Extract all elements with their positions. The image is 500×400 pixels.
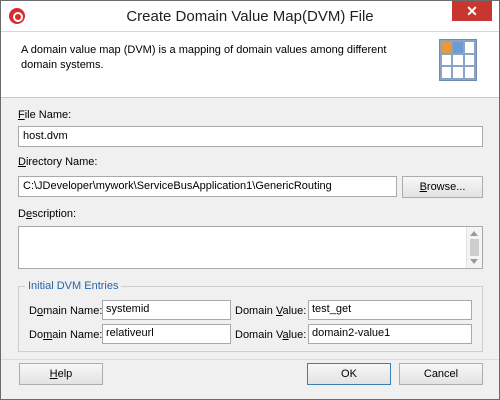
- cancel-button[interactable]: Cancel: [399, 363, 483, 385]
- initial-dvm-entries-title: Initial DVM Entries: [25, 280, 122, 292]
- file-name-label: File Name:: [18, 109, 72, 121]
- close-button[interactable]: ✕: [452, 1, 492, 21]
- domain-name-input-1[interactable]: systemid: [102, 300, 231, 320]
- description-banner: A domain value map (DVM) is a mapping of…: [1, 32, 499, 98]
- domain-name-input-2[interactable]: relativeurl: [102, 324, 231, 344]
- create-dvm-dialog: Create Domain Value Map(DVM) File ✕ A do…: [0, 0, 500, 400]
- description-label: Description:: [18, 208, 77, 220]
- domain-name-label-1: Domain Name:: [29, 305, 103, 317]
- ok-button[interactable]: OK: [307, 363, 391, 385]
- description-scrollbar[interactable]: [466, 227, 482, 268]
- file-name-input[interactable]: host.dvm: [18, 126, 483, 147]
- banner-description: A domain value map (DVM) is a mapping of…: [21, 44, 387, 71]
- description-textarea[interactable]: [18, 226, 483, 269]
- domain-value-label-1: Domain Value:: [235, 305, 307, 317]
- domain-value-input-2[interactable]: domain2-value1: [308, 324, 472, 344]
- scroll-up-arrow-icon[interactable]: [470, 231, 478, 236]
- browse-button[interactable]: Browse...: [402, 176, 483, 198]
- domain-name-label-2: Domain Name:: [29, 329, 103, 341]
- footer-divider: [1, 359, 499, 360]
- domain-value-input-1[interactable]: test_get: [308, 300, 472, 320]
- scroll-down-arrow-icon[interactable]: [470, 259, 478, 264]
- domain-value-label-2: Domain Value:: [235, 329, 307, 341]
- directory-name-input[interactable]: C:\JDeveloper\mywork\ServiceBusApplicati…: [18, 176, 397, 197]
- help-button[interactable]: Help: [19, 363, 103, 385]
- dvm-grid-icon: [439, 39, 477, 81]
- dialog-title: Create Domain Value Map(DVM) File: [126, 8, 374, 25]
- directory-name-label: Directory Name:: [18, 156, 98, 168]
- title-bar: Create Domain Value Map(DVM) File ✕: [1, 1, 499, 32]
- scroll-thumb[interactable]: [470, 239, 479, 256]
